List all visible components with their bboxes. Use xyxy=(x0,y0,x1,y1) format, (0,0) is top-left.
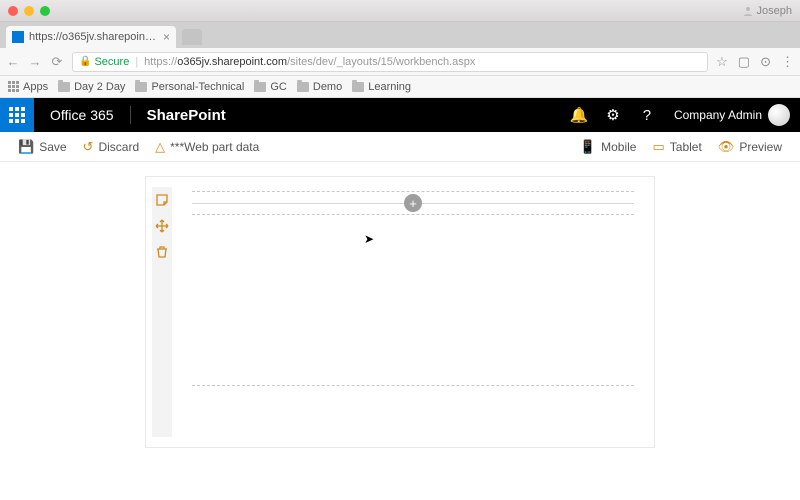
help-button[interactable]: ? xyxy=(630,98,664,132)
edit-section-button[interactable] xyxy=(155,193,169,207)
undo-icon: ↺ xyxy=(83,139,94,155)
help-icon: ? xyxy=(643,107,651,124)
browser-menu-icon[interactable]: ⋮ xyxy=(781,54,794,70)
account-manager[interactable]: Company Admin xyxy=(664,104,800,126)
nav-back-button[interactable]: ← xyxy=(6,54,20,69)
browser-tabstrip: https://o365jv.sharepoint.com × xyxy=(0,22,800,48)
tablet-view-button[interactable]: ▭ Tablet xyxy=(644,139,709,155)
profile-indicator[interactable]: Joseph xyxy=(743,5,792,17)
tablet-icon: ▭ xyxy=(652,139,664,155)
tab-close-icon[interactable]: × xyxy=(163,30,170,44)
folder-icon xyxy=(297,82,309,92)
section-boundary xyxy=(192,385,634,386)
office365-label[interactable]: Office 365 xyxy=(34,107,130,123)
bell-icon: 🔔 xyxy=(570,106,589,124)
secure-label: Secure xyxy=(94,56,129,68)
delete-section-button[interactable] xyxy=(155,245,169,259)
window-close-button[interactable] xyxy=(8,6,18,16)
trash-icon xyxy=(155,245,169,259)
move-icon xyxy=(155,219,169,233)
window-minimize-button[interactable] xyxy=(24,6,34,16)
waffle-icon xyxy=(9,107,25,123)
sharepoint-favicon-icon xyxy=(12,31,24,43)
window-zoom-button[interactable] xyxy=(40,6,50,16)
command-bar: 💾 Save ↺ Discard △ ***Web part data 📱 Mo… xyxy=(0,132,800,162)
browser-toolbar: ← → ⟳ 🔒 Secure | https://o365jv.sharepoi… xyxy=(0,48,800,76)
folder-icon xyxy=(254,82,266,92)
gear-icon: ⚙ xyxy=(606,106,619,124)
discard-button[interactable]: ↺ Discard xyxy=(75,139,148,155)
pwa-install-icon[interactable]: ▢ xyxy=(738,54,750,70)
apps-shortcut[interactable]: Apps xyxy=(8,81,48,93)
address-bar[interactable]: 🔒 Secure | https://o365jv.sharepoint.com… xyxy=(72,52,708,72)
folder-icon xyxy=(58,82,70,92)
url-host: o365jv.sharepoint.com xyxy=(177,56,287,68)
bookmark-star-icon[interactable]: ☆ xyxy=(716,54,728,70)
nav-forward-button[interactable]: → xyxy=(28,54,42,69)
save-button[interactable]: 💾 Save xyxy=(10,139,75,155)
extensions-icon[interactable]: ⊙ xyxy=(760,54,771,70)
settings-button[interactable]: ⚙ xyxy=(596,98,630,132)
url-scheme: https:// xyxy=(144,56,177,68)
lock-icon: 🔒 xyxy=(79,56,91,67)
canvas-page: + xyxy=(145,176,655,448)
folder-icon xyxy=(352,82,364,92)
preview-button[interactable]: 👁 Preview xyxy=(710,139,790,155)
mobile-icon: 📱 xyxy=(580,139,596,155)
plus-icon: + xyxy=(409,197,417,210)
canvas-sections: + xyxy=(178,187,644,437)
new-tab-button[interactable] xyxy=(182,29,202,45)
bookmarks-bar: Apps Day 2 Day Personal-Technical GC Dem… xyxy=(0,76,800,98)
add-webpart-button[interactable]: + xyxy=(404,194,422,212)
save-icon: 💾 xyxy=(18,139,34,155)
warning-icon: △ xyxy=(155,139,165,155)
folder-icon xyxy=(135,82,147,92)
mobile-view-button[interactable]: 📱 Mobile xyxy=(572,139,645,155)
bookmark-folder[interactable]: GC xyxy=(254,81,287,93)
bookmark-folder[interactable]: Day 2 Day xyxy=(58,81,125,93)
sharepoint-label[interactable]: SharePoint xyxy=(131,107,242,124)
webpart-zone[interactable]: + xyxy=(192,194,634,214)
app-launcher-button[interactable] xyxy=(0,98,34,132)
webpart-data-button[interactable]: △ ***Web part data xyxy=(147,139,267,155)
bookmark-folder[interactable]: Personal-Technical xyxy=(135,81,244,93)
move-section-button[interactable] xyxy=(155,219,169,233)
section-tool-rail xyxy=(152,187,172,437)
bookmark-folder[interactable]: Learning xyxy=(352,81,411,93)
account-name: Company Admin xyxy=(674,108,762,122)
suite-nav-bar: Office 365 SharePoint 🔔 ⚙ ? Company Admi… xyxy=(0,98,800,132)
profile-name: Joseph xyxy=(757,5,792,17)
bookmark-folder[interactable]: Demo xyxy=(297,81,342,93)
avatar-icon xyxy=(768,104,790,126)
tab-title: https://o365jv.sharepoint.com xyxy=(29,31,158,43)
empty-canvas-area[interactable] xyxy=(192,215,634,385)
window-titlebar: Joseph xyxy=(0,0,800,22)
browser-tab[interactable]: https://o365jv.sharepoint.com × xyxy=(6,26,176,48)
secure-indicator: 🔒 Secure xyxy=(79,56,129,68)
notifications-button[interactable]: 🔔 xyxy=(562,98,596,132)
note-icon xyxy=(155,193,169,207)
workbench-stage: + xyxy=(0,162,800,448)
nav-reload-button[interactable]: ⟳ xyxy=(50,54,64,70)
apps-label: Apps xyxy=(23,81,48,93)
eye-icon: 👁 xyxy=(718,139,735,155)
section-boundary xyxy=(192,191,634,192)
url-path: /sites/dev/_layouts/15/workbench.aspx xyxy=(287,56,475,68)
